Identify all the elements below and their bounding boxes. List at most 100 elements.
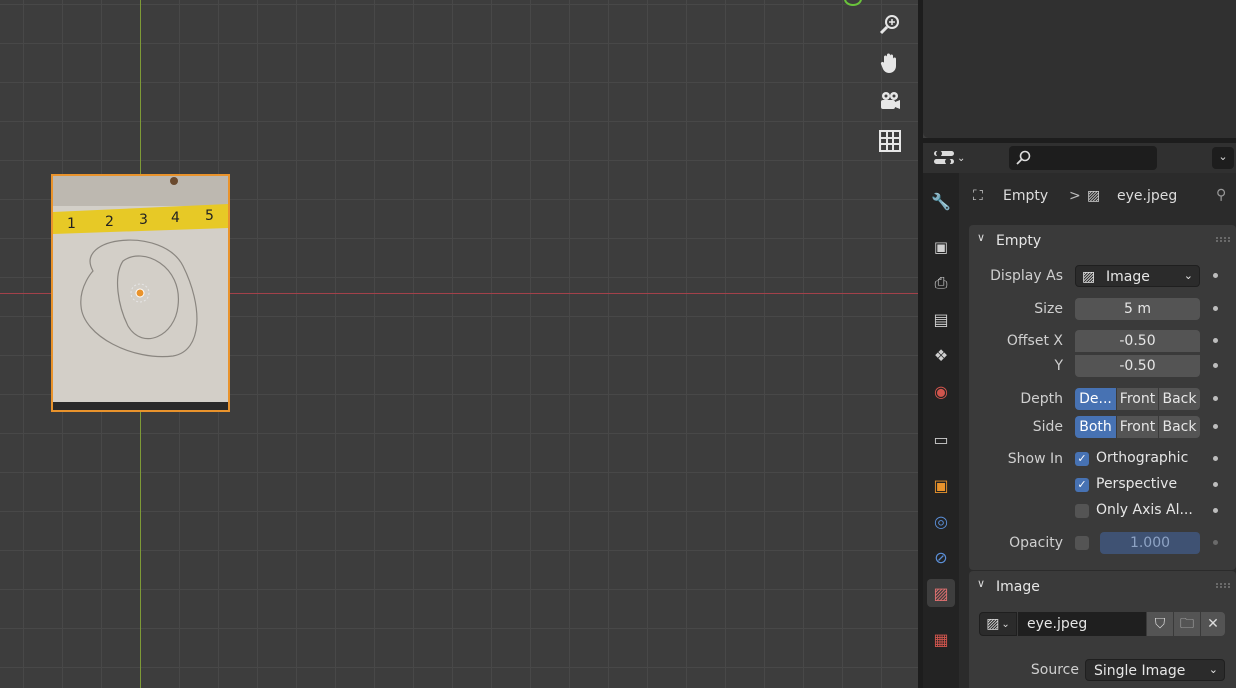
tab-world[interactable]: ◉ — [927, 377, 955, 405]
orthographic-checkbox[interactable]: ✓ — [1075, 452, 1089, 466]
breadcrumb-separator: > — [1069, 188, 1081, 204]
options-dropdown-button[interactable]: ⌄ — [1212, 147, 1234, 169]
offset-y-label: Y — [1054, 358, 1063, 374]
size-field[interactable]: 5 m — [1075, 298, 1200, 320]
properties-tab-bar: 🔧 ▣ ⎙ ▤ ❖ ◉ ▭ ▣ ◎ ⊘ ▨ ▦ — [923, 173, 959, 688]
pin-icon[interactable]: ⚲ — [1216, 187, 1226, 203]
side-option-front[interactable]: Front — [1117, 416, 1158, 438]
animate-property-dot[interactable] — [1213, 273, 1218, 278]
offset-y-row: Y -0.50 — [965, 355, 1236, 379]
reference-image-empty[interactable]: 1 2 3 4 5 — [51, 174, 230, 412]
show-in-label: Show In — [1007, 451, 1063, 467]
depth-label: Depth — [1020, 391, 1063, 407]
chevron-down-icon: ⌄ — [1001, 618, 1010, 630]
opacity-field[interactable]: 1.000 — [1100, 532, 1200, 554]
tab-object-data[interactable]: ▨ — [927, 579, 955, 607]
display-as-label: Display As — [990, 268, 1063, 284]
show-in-axis-aligned-row: Only Axis Al... — [965, 500, 1236, 524]
animate-property-dot[interactable] — [1213, 338, 1218, 343]
chevron-down-icon: ∨ — [977, 231, 986, 244]
camera-icon[interactable] — [872, 84, 908, 120]
open-folder-icon[interactable]: 🗀 — [1174, 612, 1200, 636]
offset-x-label: Offset X — [1006, 333, 1063, 349]
animate-property-dot[interactable] — [1213, 424, 1218, 429]
tab-tool[interactable]: 🔧 — [927, 187, 955, 215]
animate-property-dot[interactable] — [1213, 363, 1218, 368]
display-as-row: Display As ▨ Image ⌄ — [965, 265, 1236, 289]
properties-main: ⛶ Empty > ▨ eye.jpeg ⚲ ∨ Empty Display A… — [965, 173, 1236, 688]
ruler-mark: 5 — [205, 208, 214, 224]
animate-property-dot[interactable] — [1213, 396, 1218, 401]
image-name-field[interactable]: eye.jpeg — [1018, 612, 1146, 636]
perspective-checkbox[interactable]: ✓ — [1075, 478, 1089, 492]
source-label: Source — [1030, 662, 1079, 678]
properties-search-input[interactable] — [1009, 146, 1157, 170]
side-label: Side — [1032, 419, 1063, 435]
properties-editor: 🔧 ▣ ⎙ ▤ ❖ ◉ ▭ ▣ ◎ ⊘ ▨ ▦ ⛶ Empty > ▨ eye.… — [923, 173, 1236, 688]
ruler-mark: 2 — [105, 214, 114, 230]
tab-object[interactable]: ▣ — [927, 471, 955, 499]
drag-handle-icon[interactable] — [1216, 237, 1230, 242]
tab-constraints[interactable]: ⊘ — [927, 543, 955, 571]
tab-physics[interactable]: ◎ — [927, 507, 955, 535]
hand-pan-icon[interactable] — [872, 45, 908, 81]
side-segmented: Both Front Back — [1075, 416, 1200, 438]
empty-panel-header[interactable]: ∨ Empty — [969, 225, 1236, 255]
tab-scene[interactable]: ❖ — [927, 341, 955, 369]
3d-viewport[interactable]: 1 2 3 4 5 — [0, 0, 918, 688]
close-icon[interactable]: ✕ — [1201, 612, 1225, 636]
tab-texture[interactable]: ▦ — [927, 625, 955, 653]
panel-title: Empty — [996, 233, 1042, 249]
depth-option-back[interactable]: Back — [1159, 388, 1200, 410]
drag-handle-icon[interactable] — [1216, 583, 1230, 588]
tab-collection[interactable]: ▭ — [927, 425, 955, 453]
display-as-value: Image — [1106, 269, 1150, 285]
side-option-both[interactable]: Both — [1075, 416, 1116, 438]
opacity-row: Opacity 1.000 — [965, 532, 1236, 556]
animate-property-dot[interactable] — [1213, 456, 1218, 461]
outliner-area[interactable] — [923, 0, 1236, 138]
zoom-icon[interactable] — [872, 6, 908, 42]
show-in-orthographic-row: Show In ✓ Orthographic — [965, 448, 1236, 472]
orthographic-label: Orthographic — [1096, 450, 1189, 466]
gizmo-z-handle[interactable] — [844, 0, 862, 6]
chevron-down-icon: ∨ — [977, 577, 986, 590]
opacity-checkbox[interactable] — [1075, 536, 1089, 550]
offset-x-field[interactable]: -0.50 — [1075, 330, 1200, 352]
offset-y-field[interactable]: -0.50 — [1075, 355, 1200, 377]
tab-output[interactable]: ⎙ — [927, 269, 955, 297]
constraint-icon: ⊘ — [934, 547, 948, 567]
perspective-label: Perspective — [1096, 476, 1178, 492]
object-icon: ▣ — [933, 475, 949, 495]
only-axis-aligned-checkbox[interactable] — [1075, 504, 1089, 518]
depth-option-default[interactable]: De... — [1075, 388, 1116, 410]
image-data-icon: ▨ — [933, 583, 949, 603]
grid-icon[interactable] — [872, 123, 908, 159]
physics-icon: ◎ — [934, 511, 948, 531]
animate-property-dot[interactable] — [1213, 540, 1218, 545]
animate-property-dot[interactable] — [1213, 508, 1218, 513]
tab-view-layer[interactable]: ▤ — [927, 305, 955, 333]
tab-render[interactable]: ▣ — [927, 233, 955, 261]
fake-user-shield-icon[interactable]: ⛉ — [1147, 612, 1173, 636]
show-in-perspective-row: ✓ Perspective — [965, 474, 1236, 498]
image-icon: ▨ — [1087, 188, 1101, 204]
source-row: Source Single Image ⌄ — [965, 659, 1236, 683]
animate-property-dot[interactable] — [1213, 306, 1218, 311]
side-row: Side Both Front Back — [965, 416, 1236, 440]
depth-option-front[interactable]: Front — [1117, 388, 1158, 410]
browse-image-button[interactable]: ▨ ⌄ — [979, 612, 1017, 636]
editor-type-button[interactable]: ⌄ — [933, 147, 971, 169]
render-icon: ▣ — [933, 238, 949, 256]
display-as-dropdown[interactable]: ▨ Image ⌄ — [1075, 265, 1200, 287]
image-panel-header[interactable]: ∨ Image — [969, 571, 1236, 601]
tool-icon: 🔧 — [931, 191, 951, 211]
animate-property-dot[interactable] — [1213, 482, 1218, 487]
side-option-back[interactable]: Back — [1159, 416, 1200, 438]
only-axis-aligned-label: Only Axis Al... — [1096, 502, 1193, 518]
opacity-label: Opacity — [1009, 535, 1063, 551]
ruler-mark: 1 — [67, 216, 76, 232]
view-layer-icon: ▤ — [933, 309, 949, 329]
source-dropdown[interactable]: Single Image ⌄ — [1085, 659, 1225, 681]
size-row: Size 5 m — [965, 298, 1236, 322]
